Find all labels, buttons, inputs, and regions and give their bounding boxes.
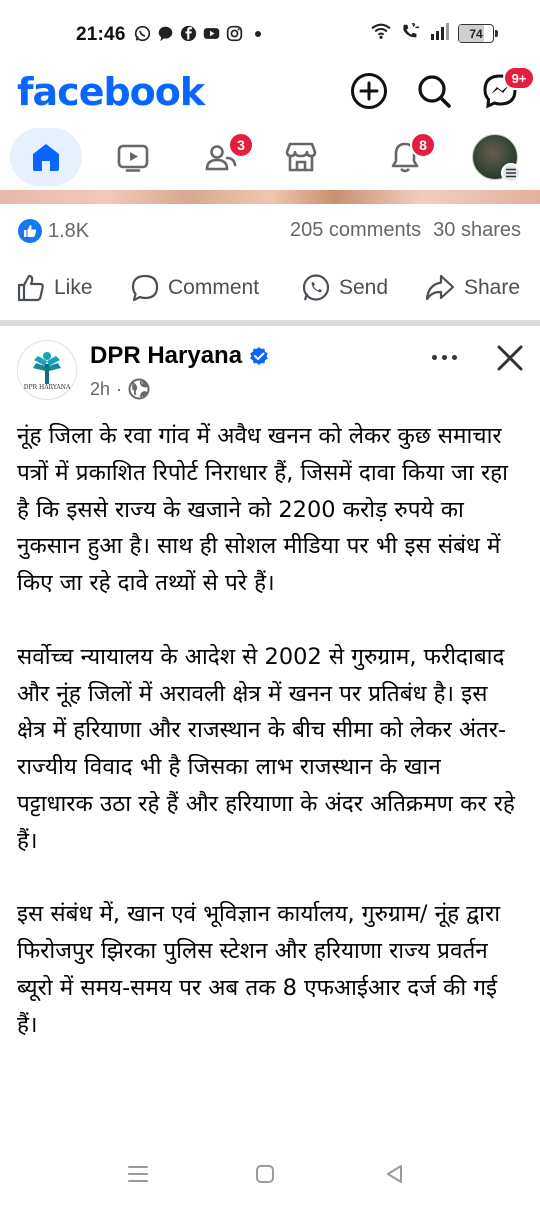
share-label: Share [464,276,521,299]
status-bar: 21:46 74 [0,0,540,66]
nav-notifications[interactable]: 8 [370,128,440,186]
comment-button[interactable]: Comment [130,266,259,310]
like-count: 1.8K [48,219,90,242]
comment-icon [131,274,159,302]
engagement-row: 1.8K 205 comments 30 shares [0,214,540,250]
profile-avatar-wrap [472,134,521,183]
globe-icon [128,378,150,400]
thumbs-up-icon [17,274,44,302]
post-paragraph: इस संबंध में, खान एवं भूविज्ञान कार्यालय… [17,901,501,1038]
plus-icon [351,73,387,109]
marketplace-icon [285,142,317,172]
search-icon [418,75,451,108]
messenger-badge: 9+ [503,66,535,90]
shares-count[interactable]: 30 shares [433,219,521,242]
feed-divider [0,320,540,326]
notification-icons [134,25,266,42]
nav-home[interactable] [10,128,82,186]
signal-icon [430,22,450,45]
search-button[interactable] [414,71,454,111]
like-label: Like [54,276,93,299]
whatsapp-send-icon [302,274,330,301]
menu-icon [128,1166,148,1182]
post-meta: 2h · [90,378,150,400]
chat-bubble-icon [157,25,174,42]
post-options-button[interactable] [426,342,462,372]
home-nav-button[interactable] [250,1160,280,1188]
recents-button[interactable] [123,1160,153,1188]
meta-separator: · [116,378,123,399]
system-nav-bar [0,1150,540,1196]
post-time[interactable]: 2h [90,379,110,400]
battery-icon: 74 [458,24,498,43]
page-name-row: DPR Haryana [90,342,269,370]
create-button[interactable] [349,71,389,111]
wifi-icon [370,22,392,45]
more-dot-icon [249,25,266,42]
back-triangle-icon [387,1165,402,1183]
volte-call-icon [400,22,422,45]
close-icon [497,345,523,371]
home-square-icon [256,1165,274,1183]
battery-level: 74 [469,26,483,41]
status-time: 21:46 [76,24,126,45]
like-reaction-icon [18,219,42,243]
reactions-summary[interactable]: 1.8K [18,219,89,243]
comment-label: Comment [168,276,260,299]
post-actions: Like Comment Send Share [0,266,540,312]
page-avatar[interactable]: DPR HARYANA [17,340,77,400]
send-label: Send [339,276,389,299]
verified-badge-icon [250,347,268,365]
whatsapp-icon [134,25,151,42]
post-header: DPR HARYANA DPR Haryana 2h · [0,334,540,408]
dpr-logo-icon [33,351,61,384]
like-button[interactable]: Like [16,266,93,310]
facebook-logo[interactable]: facebook [17,70,205,114]
post-paragraph: सर्वोच्च न्यायालय के आदेश से 2002 से गुर… [17,643,515,854]
more-dot-icon [451,354,457,360]
nav-profile[interactable] [460,128,530,186]
youtube-icon [203,25,220,42]
post-paragraph: नूंह जिला के रवा गांव में अवैध खनन को ले… [17,423,508,597]
comments-count[interactable]: 205 comments [290,219,421,242]
back-nav-button[interactable] [380,1160,410,1188]
home-icon [33,144,59,171]
video-icon [117,144,149,172]
share-arrow-icon [425,274,455,301]
send-button[interactable]: Send [301,266,388,310]
nav-friends[interactable]: 3 [186,128,256,186]
notifications-badge: 8 [410,132,436,158]
more-dot-icon [431,354,437,360]
previous-post-media[interactable] [0,190,540,204]
page-name[interactable]: DPR Haryana [90,342,242,370]
page-logo-text: DPR HARYANA [23,383,71,391]
instagram-icon [226,25,243,42]
status-right: 74 [370,22,498,45]
menu-icon [501,163,521,183]
nav-video[interactable] [98,128,168,186]
hide-post-button[interactable] [494,342,526,374]
share-button[interactable]: Share [424,266,520,310]
main-nav: 3 8 [0,128,540,190]
facebook-icon [180,25,197,42]
engagement-counts: 205 comments 30 shares [290,219,521,242]
friends-badge: 3 [228,132,254,158]
more-dot-icon [441,354,447,360]
app-header: facebook [0,66,540,124]
nav-marketplace[interactable] [266,128,336,186]
post-text[interactable]: नूंह जिला के रवा गांव में अवैध खनन को ले… [17,418,522,1080]
